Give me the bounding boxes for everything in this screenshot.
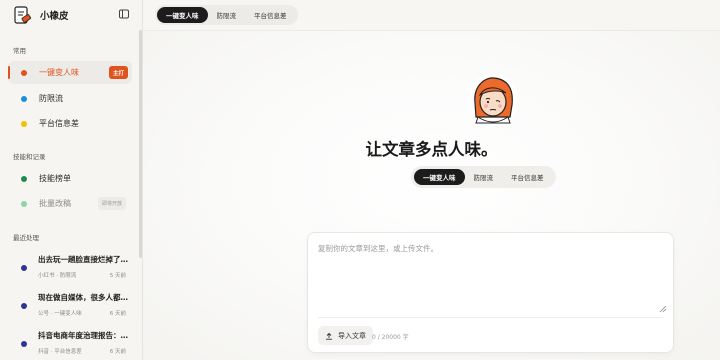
section-title-recent: 最近处理 [13,234,39,242]
status-dot [21,341,27,347]
upload-icon [326,332,332,340]
recent-item[interactable]: 抖音电商年度治理报告：… 抖音 · 平台信息差 6 天前 [8,327,132,360]
tab-platform-info[interactable]: 平台信息差 [245,7,296,23]
sidebar-item-anti-throttle[interactable]: 防限流 [8,87,132,110]
article-editor: 复制你的文章到这里，或上传文件。 导入文章 0 / 20000 字 [307,232,674,353]
recent-item[interactable]: 现在做自媒体，很多人都… 公号 · 一键变人味 6 天前 [8,289,132,325]
mode-tab-platform-info[interactable]: 平台信息差 [502,169,553,185]
avatar-illustration [467,74,519,126]
import-article-button[interactable]: 导入文章 [318,326,373,345]
recent-item-meta: 小红书 · 防限流 [38,273,77,279]
status-dot [21,95,27,102]
resize-grip-icon[interactable] [659,305,667,313]
sidebar-toggle-icon[interactable] [118,8,130,20]
tab-anti-throttle[interactable]: 防限流 [208,7,246,23]
status-dot [21,69,27,76]
active-indicator [8,66,10,79]
sidebar-item-batch-edit[interactable]: 批量改稿 即将开放 [8,192,132,215]
page-title: 让文章多点人味。 [365,140,498,159]
app-name: 小橡皮 [40,11,69,22]
status-dot [21,200,27,207]
sidebar-item-label: 防限流 [39,94,63,103]
mode-tab-humanize[interactable]: 一键变人味 [414,169,465,185]
section-title-common: 常用 [13,47,26,55]
divider [318,317,663,318]
recent-item-time: 6 天前 [109,311,126,317]
sidebar-item-humanize[interactable]: 一键变人味 主打 [8,61,132,84]
mode-tab-bar: 一键变人味 防限流 平台信息差 [411,166,556,188]
char-count: 0 / 20000 字 [372,334,409,341]
sidebar-item-label: 一键变人味 [39,68,79,77]
sidebar-item-label: 平台信息差 [39,119,79,128]
divider [143,30,720,31]
article-input[interactable]: 复制你的文章到这里，或上传文件。 [318,243,658,313]
import-article-label: 导入文章 [338,331,366,340]
tab-humanize[interactable]: 一键变人味 [157,7,208,23]
recent-item-title: 抖音电商年度治理报告：… [38,331,128,340]
recent-item[interactable]: 出去玩一趟脸直接烂掉了… 小红书 · 防限流 5 天前 [8,251,132,287]
recent-item-meta: 抖音 · 平台信息差 [38,349,82,355]
sidebar-item-skill-ranking[interactable]: 技能榜单 [8,167,132,190]
sidebar-item-label: 批量改稿 [39,199,71,208]
logo-icon [14,6,32,24]
brand[interactable]: 小橡皮 [12,5,69,25]
mode-tab-anti-throttle[interactable]: 防限流 [465,169,503,185]
sidebar-item-label: 技能榜单 [39,174,71,183]
status-dot [21,265,27,271]
recent-item-title: 现在做自媒体，很多人都… [38,293,128,302]
status-dot [21,303,27,309]
coming-soon-badge: 即将开放 [97,197,126,210]
featured-badge: 主打 [108,66,128,79]
sidebar: 小橡皮 常用 一键变人味 主打 防限流 平台信息差 技能和记录 技能榜单 批量改… [0,0,143,360]
top-tab-bar: 一键变人味 防限流 平台信息差 [155,5,298,25]
recent-item-time: 6 天前 [109,349,126,355]
sidebar-item-platform-info[interactable]: 平台信息差 [8,112,132,135]
status-dot [21,175,27,182]
recent-item-meta: 公号 · 一键变人味 [38,311,82,317]
status-dot [21,120,27,127]
recent-item-title: 出去玩一趟脸直接烂掉了… [38,255,128,264]
recent-item-time: 5 天前 [109,273,126,279]
